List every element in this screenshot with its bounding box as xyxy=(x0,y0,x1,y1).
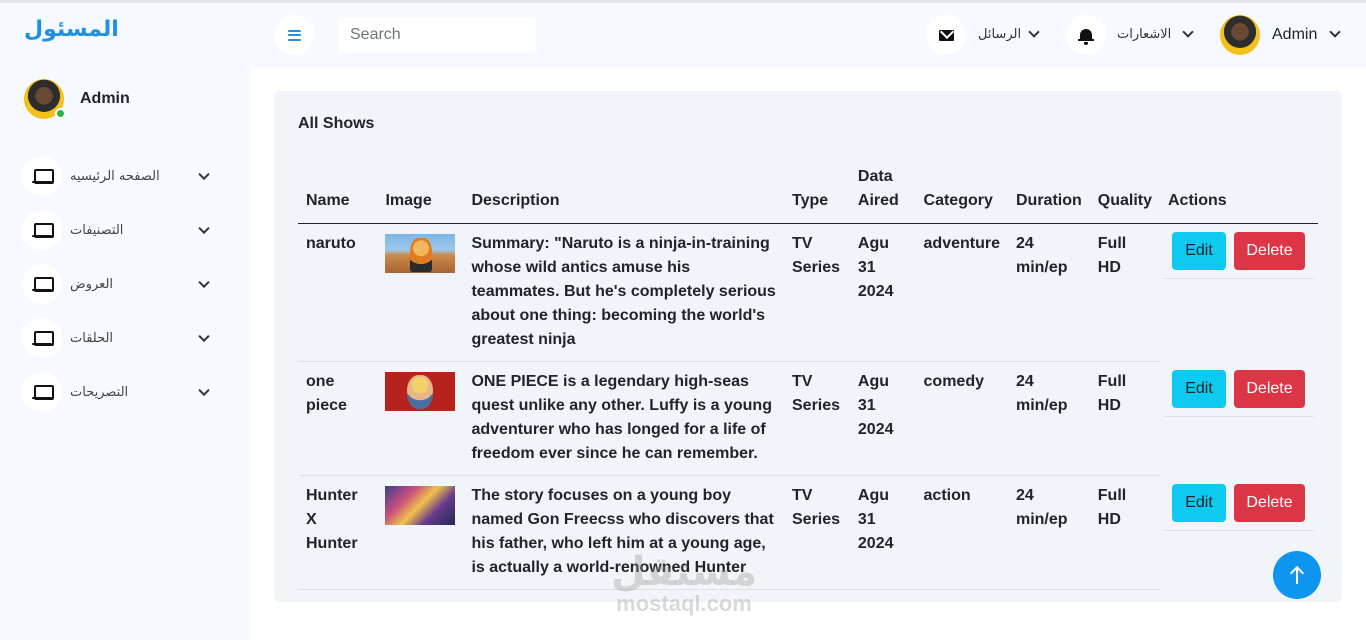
profile-name: Admin xyxy=(80,90,130,107)
row-actions: Edit Delete xyxy=(1160,362,1318,476)
notifications-label[interactable]: الاشعارات xyxy=(1117,27,1171,42)
show-type: TV Series xyxy=(784,475,850,590)
show-duration: 24 min/ep xyxy=(1007,475,1090,590)
show-duration: 24 min/ep xyxy=(1007,223,1090,362)
delete-button[interactable]: Delete xyxy=(1234,369,1305,408)
column-header: Category xyxy=(915,165,1008,224)
show-date-aired: Agu 31 2024 xyxy=(849,223,916,362)
column-header: Duration xyxy=(1007,165,1090,224)
show-duration: 24 min/ep xyxy=(1007,361,1090,476)
laptop-icon xyxy=(22,156,62,196)
show-description: Summary: "Naruto is a ninja-in-training … xyxy=(463,223,784,362)
avatar xyxy=(24,79,66,119)
show-image xyxy=(377,223,464,362)
watermark-arabic: مستقل xyxy=(610,549,758,595)
online-status-icon xyxy=(55,108,66,119)
show-category: action xyxy=(915,475,1008,590)
sidebar-item-episodes[interactable]: الحلقات xyxy=(22,311,222,365)
show-name: naruto xyxy=(298,223,378,362)
show-image xyxy=(377,475,464,590)
sidebar-item-label: التصنيفات xyxy=(70,222,124,238)
chevron-down-icon xyxy=(198,330,210,343)
table-row: one piece ONE PIECE is a legendary high-… xyxy=(298,361,1318,476)
show-date-aired: Agu 31 2024 xyxy=(849,475,916,590)
show-date-aired: Agu 31 2024 xyxy=(849,361,916,476)
envelope-icon xyxy=(938,29,954,41)
user-name[interactable]: Admin xyxy=(1272,26,1317,44)
table-row: naruto Summary: "Naruto is a ninja-in-tr… xyxy=(298,223,1318,362)
show-category: adventure xyxy=(915,223,1008,362)
messages-button[interactable] xyxy=(926,15,966,55)
chevron-down-icon[interactable] xyxy=(1329,26,1341,38)
sidebar-item-label: الصفحه الرئيسيه xyxy=(70,168,160,184)
show-quality: Full HD xyxy=(1089,361,1160,476)
delete-button[interactable]: Delete xyxy=(1234,483,1305,522)
menu-toggle-button[interactable] xyxy=(274,15,314,55)
sidebar-item-label: العروض xyxy=(70,276,114,292)
show-description: ONE PIECE is a legendary high-seas quest… xyxy=(463,361,784,476)
chevron-down-icon xyxy=(198,384,210,397)
edit-button[interactable]: Edit xyxy=(1172,232,1226,270)
show-type: TV Series xyxy=(784,361,850,476)
table-row: Hunter X Hunter The story focuses on a y… xyxy=(298,475,1318,590)
watermark-latin: mostaql.com xyxy=(616,591,752,616)
search-input[interactable] xyxy=(338,17,536,53)
show-name: one piece xyxy=(298,361,378,476)
show-type: TV Series xyxy=(784,223,850,362)
arrow-up-icon xyxy=(1290,566,1304,584)
edit-button[interactable]: Edit xyxy=(1172,369,1226,408)
scroll-to-top-button[interactable] xyxy=(1273,551,1321,599)
shows-card: All Shows Name Image Description Type Da… xyxy=(274,91,1342,602)
sidebar-menu: الصفحه الرئيسيه التصنيفات العروض الحلقات… xyxy=(22,149,222,419)
show-thumbnail xyxy=(385,486,456,525)
edit-button[interactable]: Edit xyxy=(1172,483,1226,522)
bell-icon xyxy=(1078,29,1094,45)
page-title: All Shows xyxy=(298,115,375,132)
show-image xyxy=(377,361,464,476)
column-header: Quality xyxy=(1089,165,1160,224)
sidebar-item-permissions[interactable]: التصريحات xyxy=(22,365,222,419)
show-name: Hunter X Hunter xyxy=(298,475,378,590)
chevron-down-icon[interactable] xyxy=(1028,26,1040,38)
show-thumbnail xyxy=(385,372,456,411)
column-header: Name xyxy=(298,165,378,224)
chevron-down-icon xyxy=(198,276,210,289)
notifications-button[interactable] xyxy=(1066,15,1106,55)
chevron-down-icon xyxy=(198,222,210,235)
sidebar-item-categories[interactable]: التصنيفات xyxy=(22,203,222,257)
watermark: مستقل mostaql.com xyxy=(600,552,768,616)
messages-label[interactable]: الرسائل xyxy=(978,27,1021,42)
column-header: Actions xyxy=(1160,165,1318,224)
sidebar-profile: Admin xyxy=(24,79,130,119)
row-actions: Edit Delete xyxy=(1160,224,1318,362)
sidebar-item-label: الحلقات xyxy=(70,330,114,346)
show-category: comedy xyxy=(915,361,1008,476)
delete-button[interactable]: Delete xyxy=(1234,232,1305,270)
shows-table: Name Image Description Type Data Aired C… xyxy=(298,165,1318,590)
column-header: Data Aired xyxy=(849,165,916,224)
column-header: Image xyxy=(377,165,464,224)
laptop-icon xyxy=(22,372,62,412)
column-header: Type xyxy=(784,165,850,224)
show-thumbnail xyxy=(385,234,456,273)
user-avatar[interactable] xyxy=(1220,15,1260,55)
sidebar-item-label: التصريحات xyxy=(70,384,129,400)
sidebar-item-home[interactable]: الصفحه الرئيسيه xyxy=(22,149,222,203)
top-header: الرسائل الاشعارات Admin xyxy=(250,3,1366,67)
show-quality: Full HD xyxy=(1089,223,1160,362)
chevron-down-icon xyxy=(198,168,210,181)
hamburger-icon xyxy=(287,29,301,41)
table-header-row: Name Image Description Type Data Aired C… xyxy=(298,165,1318,224)
laptop-icon xyxy=(22,318,62,358)
sidebar-item-shows[interactable]: العروض xyxy=(22,257,222,311)
chevron-down-icon[interactable] xyxy=(1182,26,1194,38)
laptop-icon xyxy=(22,264,62,304)
laptop-icon xyxy=(22,210,62,250)
column-header: Description xyxy=(463,165,784,224)
show-quality: Full HD xyxy=(1089,475,1160,590)
brand-logo[interactable]: المسئول xyxy=(24,17,119,42)
sidebar: المسئول Admin الصفحه الرئيسيه التصنيفات … xyxy=(0,3,250,640)
